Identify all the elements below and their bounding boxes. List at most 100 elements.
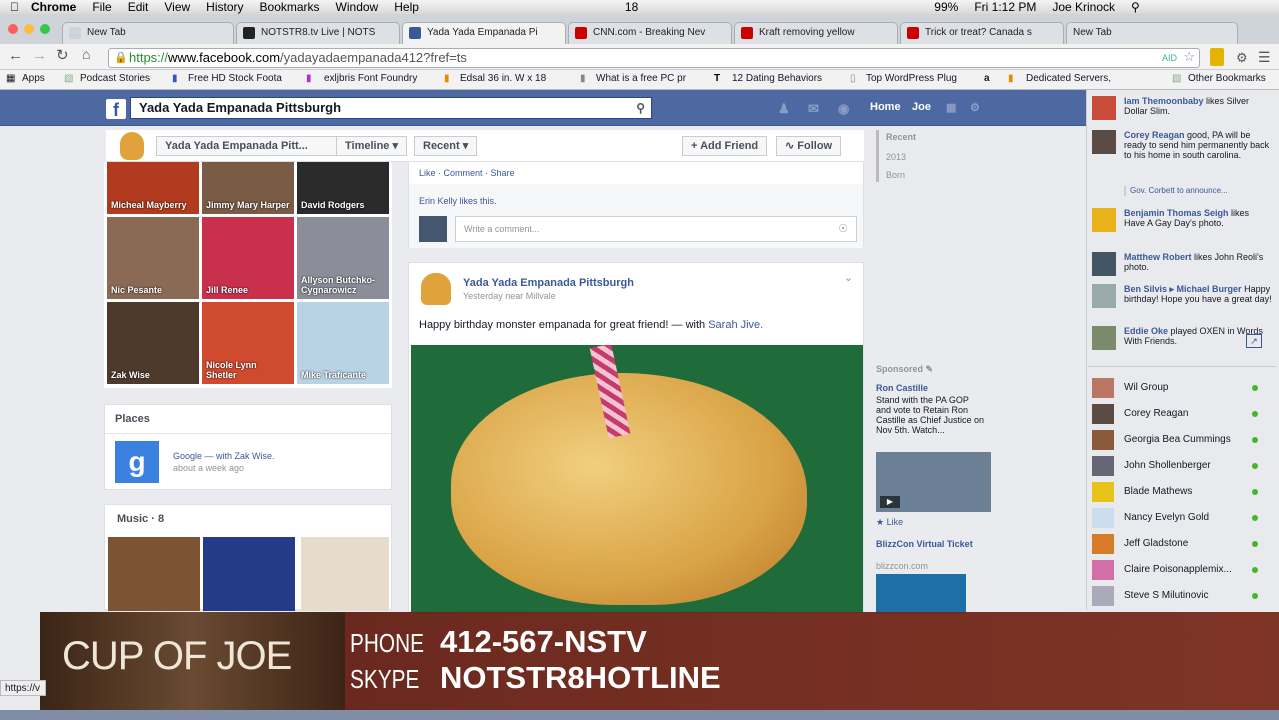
follow-button[interactable]: ∿ Follow — [776, 136, 842, 156]
edit-icon[interactable]: ✎ — [926, 364, 934, 374]
reload-icon[interactable]: ↻ — [56, 46, 69, 64]
friend-tile[interactable]: Micheal Mayberry — [107, 162, 199, 214]
bookmark-dating[interactable]: 12 Dating Behaviors — [732, 73, 822, 84]
friend-requests-icon[interactable]: ♟ — [778, 101, 790, 117]
friend-tile[interactable]: Jimmy Mary Harper — [202, 162, 294, 214]
menu-history[interactable]: History — [206, 0, 243, 14]
post-actions[interactable]: Like · Comment · Share — [419, 168, 515, 178]
tab-trick-or-treat[interactable]: Trick or treat? Canada s — [900, 22, 1064, 44]
friend-tile[interactable]: Nic Pesante — [107, 217, 199, 299]
chat-contact[interactable]: Wil Group — [1092, 378, 1272, 398]
bookmark-free-pc[interactable]: What is a free PC pr — [596, 73, 686, 84]
comment-input[interactable]: Write a comment... ☉ — [455, 216, 857, 242]
friend-tile[interactable]: Mike Traficante — [297, 302, 389, 384]
bookmark-star-icon[interactable]: ☆ — [1183, 48, 1195, 66]
friend-tile[interactable]: David Rodgers — [297, 162, 389, 214]
menu-window[interactable]: Window — [336, 0, 379, 14]
ad-like[interactable]: ★ Like — [876, 517, 903, 528]
facebook-search-input[interactable]: Yada Yada Empanada Pittsburgh ⚲ — [130, 97, 652, 119]
bookmark-amazon[interactable]: a — [984, 73, 990, 84]
bookmark-podcast-stories[interactable]: Podcast Stories — [80, 73, 150, 84]
bookmark-wordpress[interactable]: Top WordPress Plug — [866, 73, 957, 84]
post-author-avatar[interactable] — [421, 273, 451, 305]
menu-view[interactable]: View — [164, 0, 190, 14]
tab-yada-yada[interactable]: Yada Yada Empanada Pi — [402, 22, 566, 45]
post-photo[interactable] — [411, 345, 863, 613]
minimize-window-icon[interactable] — [24, 24, 34, 34]
timeline-year-2013[interactable]: 2013 — [886, 152, 906, 162]
messages-icon[interactable]: ✉ — [808, 101, 819, 117]
chat-contact[interactable]: Jeff Gladstone — [1092, 534, 1272, 554]
spotlight-icon[interactable]: ⚲ — [1131, 0, 1140, 14]
chevron-down-icon[interactable]: ⌄ — [844, 271, 853, 284]
mac-dock[interactable] — [0, 710, 1279, 720]
google-g-icon[interactable]: g — [115, 441, 159, 483]
page-name-button[interactable]: Yada Yada Empanada Pitt... — [156, 136, 338, 156]
chat-contact[interactable]: Steve S Milutinovic — [1092, 586, 1272, 606]
tab-new-tab-2[interactable]: New Tab — [1066, 22, 1238, 44]
tab-notstr8[interactable]: NOTSTR8.tv Live | NOTS — [236, 22, 400, 44]
tab-new-tab-1[interactable]: New Tab — [62, 22, 234, 44]
timeline-dropdown[interactable]: Timeline ▾ — [336, 136, 408, 156]
ad-title[interactable]: BlizzCon Virtual Ticket — [876, 539, 976, 549]
user-name[interactable]: Joe Krinock — [1052, 0, 1115, 14]
post-author[interactable]: Yada Yada Empanada Pittsburgh — [463, 277, 634, 289]
zoom-window-icon[interactable] — [40, 24, 50, 34]
menu-file[interactable]: File — [92, 0, 111, 14]
chat-contact[interactable]: Nancy Evelyn Gold — [1092, 508, 1272, 528]
ad-video-thumbnail[interactable]: ▶ — [876, 452, 991, 512]
timeline-year-recent[interactable]: Recent — [886, 132, 916, 142]
ticker-link-preview[interactable]: Gov. Corbett to announce... — [1124, 186, 1272, 196]
recent-dropdown[interactable]: Recent ▾ — [414, 136, 478, 156]
search-icon[interactable]: ⚲ — [636, 98, 645, 118]
extension-icon[interactable]: ⚙ — [1236, 50, 1248, 66]
back-icon[interactable]: ← — [8, 47, 23, 64]
bookmark-exljbris[interactable]: exljbris Font Foundry — [324, 73, 417, 84]
timeline-year-born[interactable]: Born — [886, 170, 905, 180]
nav-home[interactable]: Home — [870, 101, 901, 113]
music-tile[interactable] — [301, 537, 389, 611]
bookmark-stock-footage[interactable]: Free HD Stock Foota — [188, 73, 282, 84]
bookmark-dedicated-servers[interactable]: Dedicated Servers, — [1026, 73, 1111, 84]
settings-gear-icon[interactable]: ⚙ — [970, 101, 980, 114]
ad-image[interactable] — [876, 574, 966, 614]
adobe-badge[interactable]: 18 — [625, 0, 638, 14]
close-window-icon[interactable] — [8, 24, 18, 34]
friend-tile[interactable]: Zak Wise — [107, 302, 199, 384]
menu-bookmarks[interactable]: Bookmarks — [260, 0, 320, 14]
chat-contact[interactable]: Corey Reagan — [1092, 404, 1272, 424]
friend-tile[interactable]: Nicole Lynn Shetler — [202, 302, 294, 384]
chat-contact[interactable]: Claire Poisonapplemix... — [1092, 560, 1272, 580]
extension-icon[interactable] — [1210, 48, 1224, 66]
friend-tile[interactable]: Jill Renee — [202, 217, 294, 299]
bookmark-apps[interactable]: Apps — [22, 73, 45, 84]
menu-app-name[interactable]: Chrome — [31, 0, 76, 14]
music-tile[interactable] — [203, 537, 295, 611]
tab-kraft[interactable]: Kraft removing yellow — [734, 22, 898, 44]
notifications-icon[interactable]: ◉ — [838, 101, 849, 117]
menu-icon[interactable]: ☰ — [1258, 49, 1271, 66]
forward-icon[interactable]: → — [32, 47, 47, 64]
apps-icon[interactable]: ▦ — [6, 73, 15, 84]
bookmark-other[interactable]: Other Bookmarks — [1188, 73, 1266, 84]
adblock-badge[interactable]: AID — [1162, 49, 1177, 67]
nav-profile[interactable]: Joe — [912, 101, 931, 113]
tagged-friend[interactable]: Sarah Jive. — [708, 319, 763, 331]
chat-contact[interactable]: John Shollenberger — [1092, 456, 1272, 476]
likes-text[interactable]: Erin Kelly likes this. — [419, 196, 497, 206]
address-bar[interactable]: 🔒 https://www.facebook.com/yadayadaempan… — [108, 48, 1200, 68]
bookmark-edsal[interactable]: Edsal 36 in. W x 18 — [460, 73, 546, 84]
page-avatar[interactable] — [120, 132, 144, 160]
home-icon[interactable]: ⌂ — [82, 46, 90, 62]
popout-icon[interactable]: ↗ — [1246, 334, 1262, 348]
play-icon[interactable]: ▶ — [880, 496, 900, 508]
facebook-logo-icon[interactable]: f — [106, 99, 126, 120]
chat-contact[interactable]: Georgia Bea Cummings — [1092, 430, 1272, 450]
tab-cnn[interactable]: CNN.com - Breaking Nev — [568, 22, 732, 44]
clock[interactable]: Fri 1:12 PM — [974, 0, 1036, 14]
music-tile[interactable] — [108, 537, 200, 611]
chat-contact[interactable]: Blade Mathews — [1092, 482, 1272, 502]
add-friend-button[interactable]: + Add Friend — [682, 136, 768, 156]
privacy-icon[interactable]: ▦ — [946, 101, 956, 114]
friend-tile[interactable]: Allyson Butchko-Cygnarowicz — [297, 217, 389, 299]
